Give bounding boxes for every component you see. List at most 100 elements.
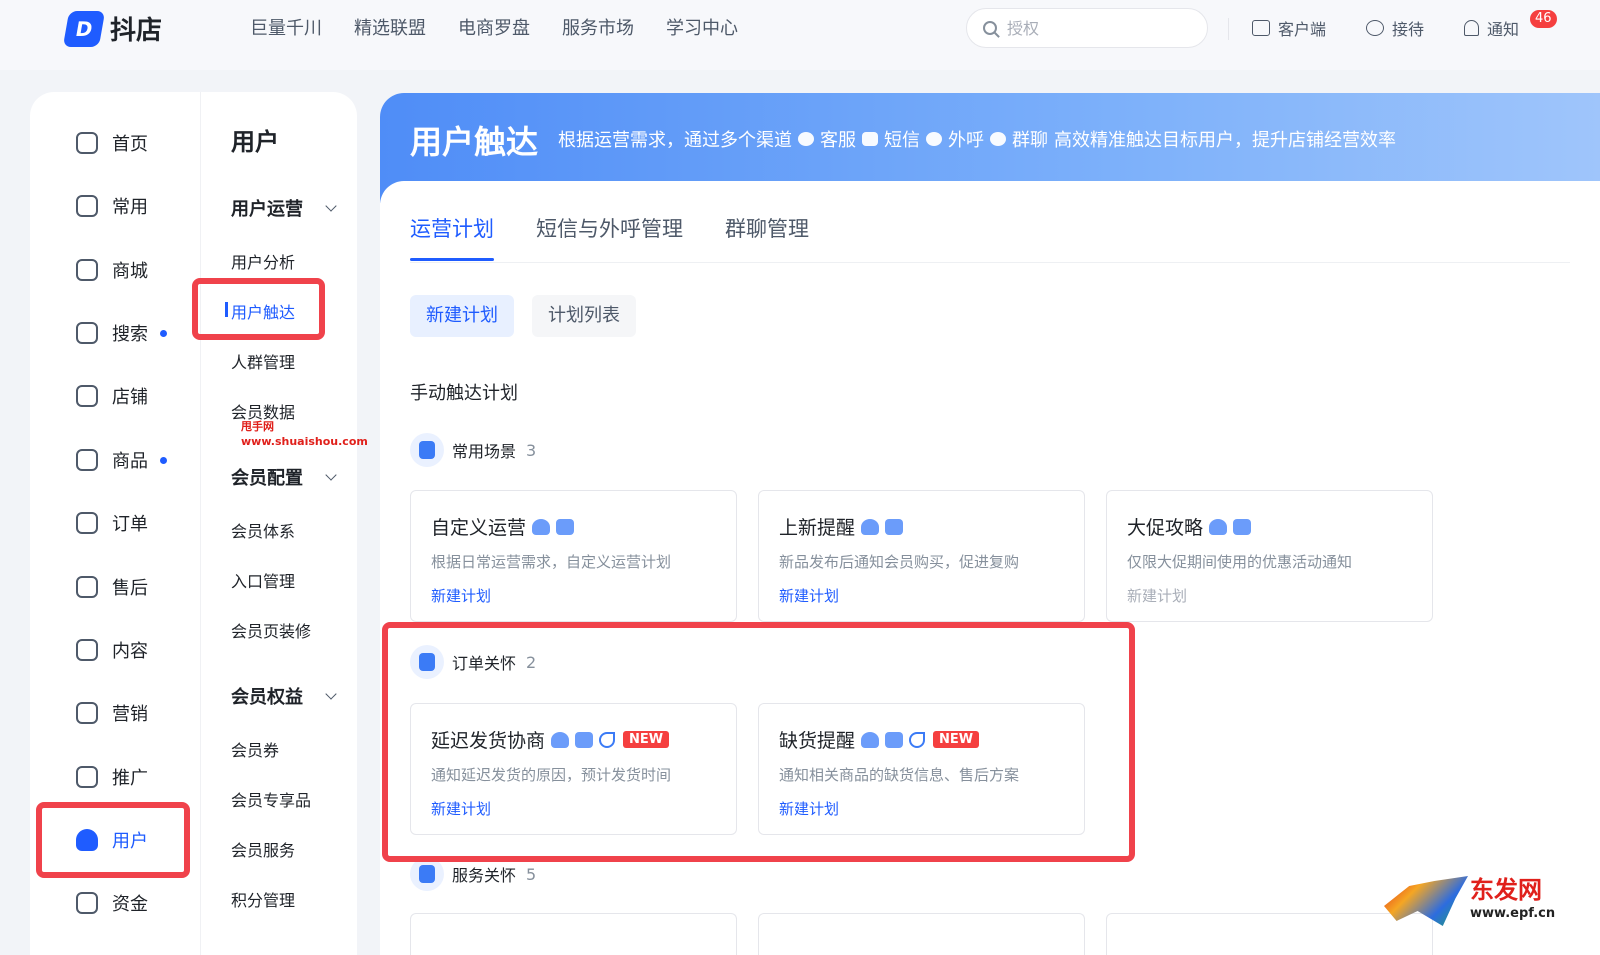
money-bag-icon — [410, 433, 444, 467]
client-label: 客户端 — [1278, 20, 1327, 39]
group-label: 用户运营 — [231, 199, 303, 220]
new-dot — [160, 329, 167, 337]
sidebar-item-label: 搜索 — [112, 324, 148, 345]
logo-text: 抖店 — [110, 16, 163, 46]
segment-new-plan[interactable]: 新建计划 — [410, 295, 514, 337]
group-name: 订单关怀 — [452, 654, 517, 673]
banner-desc-prefix: 根据运营需求，通过多个渠道 — [558, 130, 792, 151]
nav-compass[interactable]: 电商罗盘 — [458, 14, 530, 44]
submenu-item-member-system[interactable]: 会员体系 — [231, 518, 295, 542]
megaphone-icon — [76, 702, 98, 724]
submenu-item-coupon[interactable]: 会员券 — [231, 737, 279, 761]
notice-label: 通知 — [1487, 20, 1520, 39]
sidebar-item-label: 营销 — [112, 704, 148, 725]
tv-icon — [76, 639, 98, 661]
user-channel-icon — [861, 518, 880, 535]
sidebar-item-aftersale[interactable]: 售后 — [76, 574, 148, 600]
sidebar-item-goods[interactable]: 商品 — [76, 447, 167, 473]
card-desc: 新品发布后通知会员购买，促进复购 — [779, 553, 1020, 571]
wallet-icon — [76, 892, 98, 914]
card-desc: 仅限大促期间使用的优惠活动通知 — [1127, 553, 1353, 571]
sidebar-item-content[interactable]: 内容 — [76, 637, 148, 663]
search-input[interactable] — [1007, 18, 1187, 38]
submenu-item-user-reach[interactable]: 用户触达 — [224, 299, 295, 323]
bag-icon — [76, 449, 98, 471]
logo[interactable]: D 抖店 — [62, 10, 163, 47]
user-channel-icon — [1209, 518, 1228, 535]
sidebar-item-label: 商品 — [112, 451, 148, 472]
submenu-item-page-decor[interactable]: 会员页装修 — [231, 618, 311, 642]
search-box[interactable] — [966, 8, 1208, 48]
sidebar-item-label: 商城 — [112, 261, 148, 282]
sidebar-item-label: 首页 — [112, 134, 148, 155]
card-title-row: 大促攻略 — [1127, 513, 1252, 540]
nav-qianchuan[interactable]: 巨量千川 — [250, 14, 322, 44]
tab-operation-plan[interactable]: 运营计划 — [410, 213, 494, 261]
submenu-item-crowd[interactable]: 人群管理 — [231, 349, 295, 373]
customer-service-icon — [798, 132, 814, 146]
new-plan-link[interactable]: 新建计划 — [431, 585, 491, 606]
submenu-panel: 用户 用户运营 用户分析 用户触达 人群管理 会员数据 甩手网 www.shuai… — [200, 92, 368, 955]
group-name: 常用场景 — [452, 442, 517, 461]
card-title-row: 自定义运营 — [431, 513, 575, 540]
sidebar-item-orders[interactable]: 订单 — [76, 510, 148, 536]
phone-channel-icon — [909, 731, 926, 748]
promote-icon — [76, 766, 98, 788]
new-plan-link[interactable]: 新建计划 — [779, 585, 839, 606]
chevron-down-icon — [325, 688, 337, 700]
sidebar-item-store[interactable]: 店铺 — [76, 383, 148, 409]
download-icon — [1252, 20, 1270, 36]
top-bar: D 抖店 巨量千川 精选联盟 电商罗盘 服务市场 学习中心 客户端 接待 通知 … — [0, 0, 1600, 70]
submenu-item-exclusive[interactable]: 会员专享品 — [231, 787, 311, 811]
card-new-arrival: 上新提醒 新品发布后通知会员购买，促进复购 新建计划 — [758, 490, 1085, 622]
sidebar-item-marketing[interactable]: 营销 — [76, 700, 148, 726]
sms-channel-icon — [885, 518, 904, 535]
sidebar-item-home[interactable]: 首页 — [76, 130, 148, 156]
new-plan-link[interactable]: 新建计划 — [431, 798, 491, 819]
sidebar-item-common[interactable]: 常用 — [76, 193, 148, 219]
sidebar-item-funds[interactable]: 资金 — [76, 890, 148, 916]
service-user-icon — [410, 857, 444, 891]
reception-label: 接待 — [1392, 20, 1425, 39]
sidebar-item-label: 用户 — [112, 831, 148, 852]
tab-group-chat[interactable]: 群聊管理 — [725, 213, 809, 261]
submenu-group-member-rights[interactable]: 会员权益 — [231, 683, 337, 709]
nav-learning[interactable]: 学习中心 — [666, 14, 738, 44]
chevron-down-icon — [325, 469, 337, 481]
client-button[interactable]: 客户端 — [1252, 16, 1326, 40]
submenu-item-entry[interactable]: 入口管理 — [231, 568, 295, 592]
sidebar-item-search[interactable]: 搜索 — [76, 320, 167, 346]
nav-alliance[interactable]: 精选联盟 — [354, 14, 426, 44]
user-channel-icon — [532, 518, 551, 535]
top-nav: 巨量千川 精选联盟 电商罗盘 服务市场 学习中心 — [250, 14, 738, 44]
submenu-group-user-ops[interactable]: 用户运营 — [231, 195, 337, 221]
folder-icon — [76, 195, 98, 217]
channel-service: 客服 — [820, 130, 856, 151]
segment-plan-list[interactable]: 计划列表 — [532, 295, 636, 337]
tab-sms-call[interactable]: 短信与外呼管理 — [536, 213, 683, 261]
sidebar-item-mall[interactable]: 商城 — [76, 257, 148, 283]
new-dot — [160, 456, 167, 464]
card-big-promo: 大促攻略 仅限大促期间使用的优惠活动通知 新建计划 — [1106, 490, 1433, 622]
corner-watermark-logo: 东发网 www.epf.cn — [1384, 870, 1564, 932]
submenu-item-member-service[interactable]: 会员服务 — [231, 837, 295, 861]
card-title-row: 缺货提醒 NEW — [779, 726, 980, 753]
notice-button[interactable]: 通知 46 — [1464, 10, 1557, 40]
sidebar-item-label: 常用 — [112, 197, 148, 218]
tab-divider — [410, 262, 1570, 263]
new-plan-link[interactable]: 新建计划 — [779, 798, 839, 819]
submenu-group-member-config[interactable]: 会员配置 — [231, 464, 337, 490]
store-icon — [76, 385, 98, 407]
watermark-line1: 甩手网 — [241, 420, 274, 433]
search-chart-icon — [76, 322, 98, 344]
sidebar-item-users[interactable]: 用户 — [76, 827, 148, 853]
card-delay-shipping: 延迟发货协商 NEW 通知延迟发货的原因，预计发货时间 新建计划 — [410, 703, 737, 835]
card-title: 上新提醒 — [779, 517, 856, 539]
sidebar-item-promotion[interactable]: 推广 — [76, 764, 148, 790]
submenu-item-points[interactable]: 积分管理 — [231, 887, 295, 911]
nav-service-market[interactable]: 服务市场 — [562, 14, 634, 44]
submenu-item-user-analysis[interactable]: 用户分析 — [231, 249, 295, 273]
card-desc: 通知相关商品的缺货信息、售后方案 — [779, 766, 1020, 784]
reception-button[interactable]: 接待 — [1366, 16, 1424, 40]
sidebar-item-label: 内容 — [112, 641, 148, 662]
